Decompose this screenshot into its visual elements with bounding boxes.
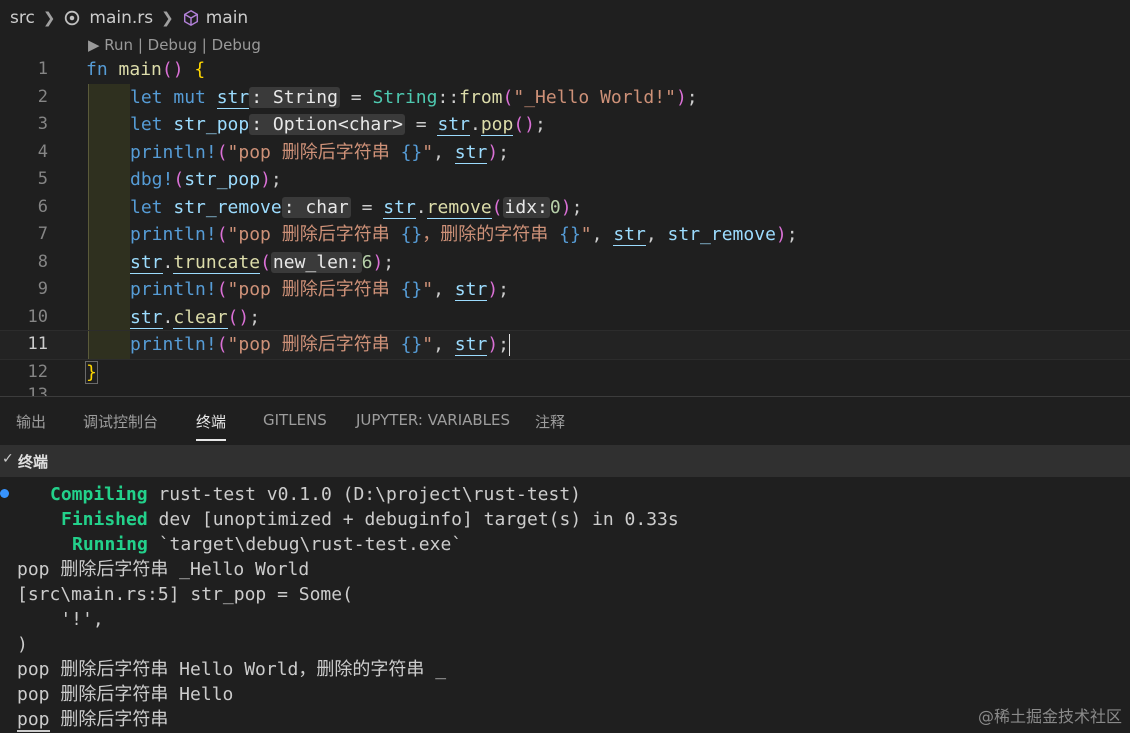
line-number: 11 <box>27 334 48 354</box>
breadcrumb: src ❯ main.rs ❯ main <box>0 0 1130 36</box>
code-line: 4 println!("pop 删除后字符串 {}", str); <box>0 138 1130 166</box>
indent-guide <box>88 83 130 111</box>
code-line: 2 let mut str: String = String::from("_H… <box>0 83 1130 111</box>
type-hint: : String <box>249 86 340 108</box>
line-number: 7 <box>37 224 48 244</box>
param-hint: idx: <box>502 196 550 218</box>
code-line-current: 11 println!("pop 删除后字符串 {}", str); <box>0 330 1130 360</box>
terminal-title: 终端 <box>18 453 49 471</box>
line-number: 8 <box>37 251 48 272</box>
terminal-line: ) <box>17 634 28 655</box>
code-text: let str_remove: char = str.remove(idx: 0)… <box>130 196 583 219</box>
line-number: 3 <box>37 114 48 134</box>
code-line: 6 let str_remove: char = str.remove(idx:… <box>0 193 1130 221</box>
terminal-line: [src\main.rs:5] str_pop = Some( <box>17 584 353 605</box>
tab-gitlens[interactable]: GITLENS <box>263 411 327 429</box>
text-cursor <box>509 334 510 356</box>
tab-debug-console[interactable]: 调试控制台 <box>83 411 158 432</box>
code-text: fn main() { <box>86 59 206 80</box>
terminal-line: Running `target\debug\rust-test.exe` <box>72 534 463 555</box>
type-hint: : char <box>281 196 351 218</box>
type-hint: : Option<char> <box>249 114 405 135</box>
code-line: 13 <box>0 386 1130 396</box>
code-line: 8 str.truncate(new_len: 6); <box>0 248 1130 276</box>
code-line: 1 fn main() { <box>0 56 1130 84</box>
code-text: str.clear(); <box>130 306 261 329</box>
line-number: 5 <box>37 169 48 189</box>
code-text: println!("pop 删除后字符串 {}", str); <box>130 334 510 356</box>
terminal-line: Compiling rust-test v0.1.0 (D:\project\r… <box>50 484 582 505</box>
code-editor[interactable]: 1 fn main() { 2 let mut str: String = St… <box>0 56 1130 396</box>
terminal-line: pop 删除后字符串 <box>17 709 169 732</box>
indent-guide <box>88 248 130 276</box>
terminal-line: '!', <box>17 609 104 630</box>
line-number: 2 <box>37 86 48 107</box>
indent-guide <box>88 193 130 221</box>
watermark: @稀土掘金技术社区 <box>977 707 1122 726</box>
terminal-header[interactable]: ✓ 终端 <box>0 445 1130 477</box>
code-text: println!("pop 删除后字符串 {}", str); <box>130 279 509 301</box>
indent-guide <box>88 331 130 359</box>
code-text: str.truncate(new_len: 6); <box>130 251 395 274</box>
code-text: let mut str: String = String::from("_Hel… <box>130 86 698 109</box>
code-line: 3 let str_pop: Option<char> = str.pop(); <box>0 111 1130 139</box>
breadcrumb-symbol[interactable]: main <box>182 8 248 28</box>
breadcrumb-folder[interactable]: src <box>10 8 35 28</box>
terminal-line: pop 删除后字符串 Hello <box>17 684 234 705</box>
indent-guide <box>88 166 130 194</box>
tab-terminal[interactable]: 终端 <box>196 411 227 441</box>
terminal-status-dot-icon <box>0 489 9 498</box>
code-text: println!("pop 删除后字符串 {}", str); <box>130 141 509 164</box>
line-number: 10 <box>27 306 48 327</box>
code-text: let str_pop: Option<char> = str.pop(); <box>130 114 546 136</box>
line-number: 9 <box>37 279 48 299</box>
code-line: 9 println!("pop 删除后字符串 {}", str); <box>0 276 1130 304</box>
code-lens[interactable]: ▶ Run | Debug | Debug <box>88 36 261 58</box>
line-number: 6 <box>37 196 48 217</box>
indent-guide <box>88 221 130 249</box>
code-text: } <box>85 360 98 384</box>
code-line: 12 } <box>0 359 1130 387</box>
line-number: 13 <box>27 386 48 396</box>
indent-guide <box>88 138 130 166</box>
line-number: 12 <box>27 361 48 382</box>
tab-comments[interactable]: 注释 <box>535 411 565 432</box>
param-hint: new_len: <box>270 251 362 273</box>
code-line: 7 println!("pop 删除后字符串 {}，删除的字符串 {}", st… <box>0 221 1130 249</box>
code-line: 10 str.clear(); <box>0 303 1130 331</box>
terminal-line: pop 删除后字符串 _Hello World <box>17 559 310 580</box>
chevron-right-icon: ❯ <box>161 9 174 27</box>
code-line: 5 dbg!(str_pop); <box>0 166 1130 194</box>
terminal-line: Finished dev [unoptimized + debuginfo] t… <box>61 509 679 530</box>
line-number: 4 <box>37 141 48 162</box>
indent-guide <box>88 111 130 139</box>
breadcrumb-file[interactable]: main.rs <box>63 8 153 28</box>
tab-jupyter-variables[interactable]: JUPYTER: VARIABLES <box>356 411 510 429</box>
chevron-right-icon: ❯ <box>42 9 56 27</box>
rust-file-icon <box>65 10 80 26</box>
method-cube-icon <box>183 9 198 27</box>
code-text: println!("pop 删除后字符串 {}，删除的字符串 {}", str,… <box>130 224 798 246</box>
panel-tabs: 输出 调试控制台 终端 GITLENS JUPYTER: VARIABLES 注… <box>0 397 1130 445</box>
indent-guide <box>88 303 130 331</box>
indent-guide <box>88 276 130 304</box>
check-icon: ✓ <box>2 451 14 467</box>
terminal-line: pop 删除后字符串 Hello World，删除的字符串 _ <box>17 659 447 680</box>
tab-output[interactable]: 输出 <box>16 411 46 432</box>
line-number: 1 <box>37 59 48 79</box>
code-text: dbg!(str_pop); <box>130 169 282 190</box>
